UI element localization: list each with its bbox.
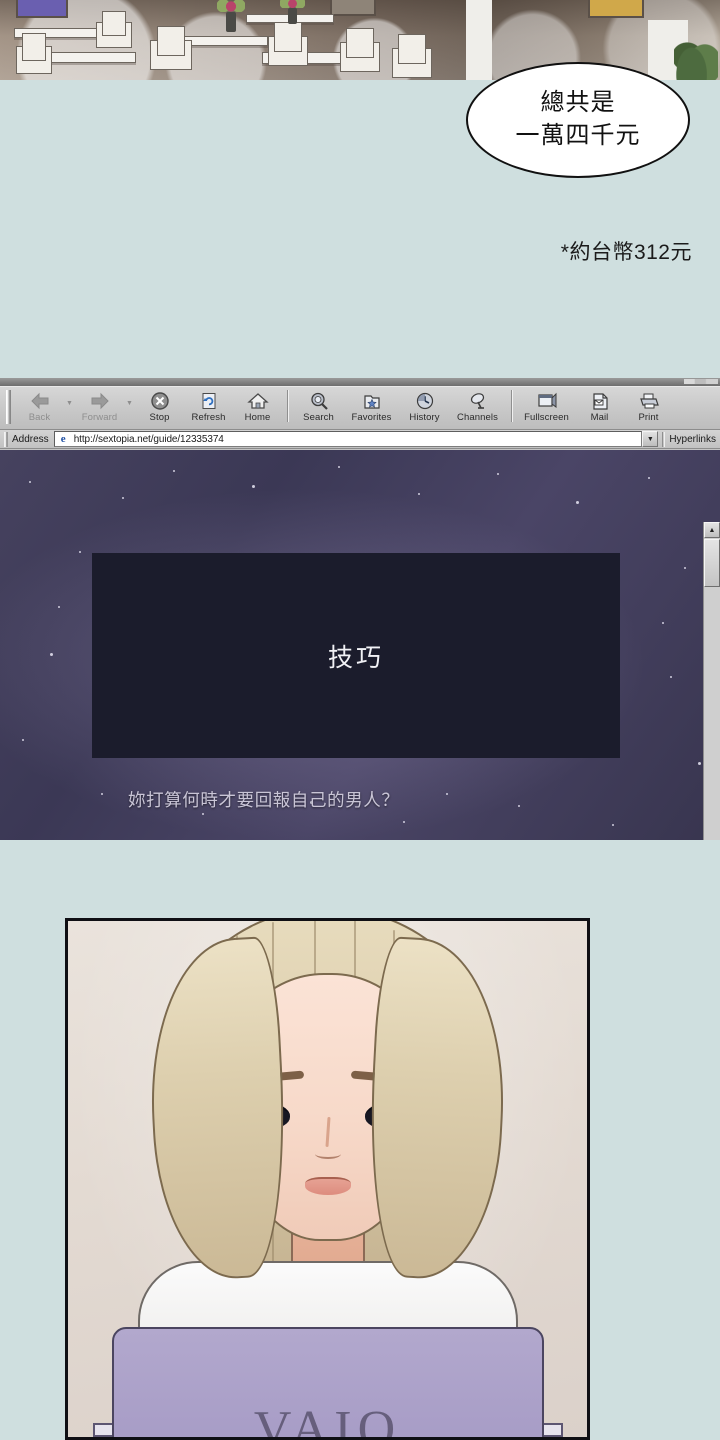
address-input[interactable]: e http://sextopia.net/guide/12335374 (53, 431, 643, 447)
cafe-chair (392, 34, 432, 78)
wall-art (16, 0, 68, 18)
toolbar-separator (511, 390, 513, 422)
table-vase (217, 0, 245, 32)
toolbar-back-button[interactable]: Back (15, 387, 64, 423)
toolbar-forward-label: Forward (81, 412, 118, 423)
links-label[interactable]: Hyperlinks (669, 434, 720, 445)
toolbar-fullscreen-label: Fullscreen (524, 412, 569, 423)
cafe-chair (150, 26, 192, 70)
printer-icon (624, 390, 673, 412)
toolbar-home-button[interactable]: Home (233, 387, 282, 423)
toolbar-favorites-label: Favorites (351, 412, 392, 423)
comic-page: 總共是 一萬四千元 *約台幣312元 Back ▼ Forward ▼ Stop… (0, 0, 720, 1440)
wall-art (588, 0, 644, 18)
history-clock-icon (400, 390, 449, 412)
forward-arrow-icon (75, 390, 124, 412)
address-url-text: http://sextopia.net/guide/12335374 (73, 433, 224, 445)
toolbar-refresh-button[interactable]: Refresh (184, 387, 233, 423)
toolbar-search-label: Search (303, 412, 334, 423)
cafe-chair (96, 10, 132, 48)
back-arrow-icon (15, 390, 64, 412)
vertical-scrollbar[interactable]: ▲ ▼ (703, 522, 720, 840)
scroll-up-button[interactable]: ▲ (704, 522, 720, 538)
stop-icon (135, 390, 184, 412)
toolbar-search-button[interactable]: Search (294, 387, 343, 423)
back-dropdown-arrow-icon[interactable]: ▼ (64, 387, 75, 407)
speech-bubble-line-2: 一萬四千元 (515, 122, 641, 149)
laptop-lid: VAIO (111, 1327, 544, 1440)
potted-plant (674, 28, 718, 80)
cafe-chair (268, 22, 308, 66)
toolbar-separator (287, 390, 289, 422)
browser-toolbar: Back ▼ Forward ▼ Stop Refresh Home Searc… (0, 386, 720, 430)
toolbar-channels-label: Channels (457, 412, 498, 423)
address-dropdown-button[interactable]: ▼ (642, 431, 659, 447)
toolbar-stop-label: Stop (149, 412, 170, 423)
character-panel: VAIO (65, 918, 590, 1440)
pillar (466, 0, 492, 80)
video-player-box[interactable]: 技巧 (92, 553, 620, 758)
speech-bubble: 總共是 一萬四千元 (466, 62, 690, 178)
mail-icon (575, 390, 624, 412)
address-separator (662, 431, 666, 447)
forward-dropdown-arrow-icon[interactable]: ▼ (124, 387, 135, 407)
video-subtitle: 妳打算何時才要回報自己的男人？ (128, 790, 400, 810)
address-label: Address (12, 433, 49, 445)
mouth (304, 1177, 351, 1195)
wall-art (330, 0, 376, 16)
address-bar-grip[interactable] (4, 431, 8, 447)
currency-footnote: *約台幣312元 (560, 241, 692, 264)
toolbar-print-label: Print (638, 412, 659, 423)
toolbar-history-label: History (409, 412, 440, 423)
channels-satellite-icon (449, 390, 506, 412)
search-icon (294, 390, 343, 412)
toolbar-mail-label: Mail (590, 412, 609, 423)
triangle-up-icon: ▲ (708, 526, 716, 534)
toolbar-home-label: Home (244, 412, 271, 423)
browser-title-bar (0, 378, 720, 386)
toolbar-back-label: Back (28, 412, 51, 423)
scrollbar-thumb[interactable] (704, 539, 720, 587)
favorites-folder-icon (343, 390, 400, 412)
toolbar-channels-button[interactable]: Channels (449, 387, 506, 423)
refresh-icon (184, 390, 233, 412)
table-vase (279, 0, 306, 24)
toolbar-mail-button[interactable]: Mail (575, 387, 624, 423)
toolbar-fullscreen-button[interactable]: Fullscreen (518, 387, 575, 423)
nose (314, 1149, 341, 1159)
address-bar: Address e http://sextopia.net/guide/1233… (0, 430, 720, 449)
video-title: 技巧 (327, 643, 384, 672)
fullscreen-icon (518, 390, 575, 412)
cafe-chair (16, 33, 52, 74)
toolbar-print-button[interactable]: Print (624, 387, 673, 423)
home-icon (233, 390, 282, 412)
toolbar-history-button[interactable]: History (400, 387, 449, 423)
ie-e-icon: e (60, 433, 66, 445)
toolbar-refresh-label: Refresh (191, 412, 226, 423)
chevron-down-icon: ▼ (646, 435, 654, 443)
toolbar-favorites-button[interactable]: Favorites (343, 387, 400, 423)
window-controls[interactable] (684, 379, 718, 384)
cafe-chair (340, 28, 380, 72)
toolbar-forward-button[interactable]: Forward (75, 387, 124, 423)
laptop-logo: VAIO (253, 1401, 402, 1440)
toolbar-grip[interactable] (6, 390, 11, 424)
speech-bubble-line-1: 總共是 (540, 89, 616, 117)
toolbar-stop-button[interactable]: Stop (135, 387, 184, 423)
